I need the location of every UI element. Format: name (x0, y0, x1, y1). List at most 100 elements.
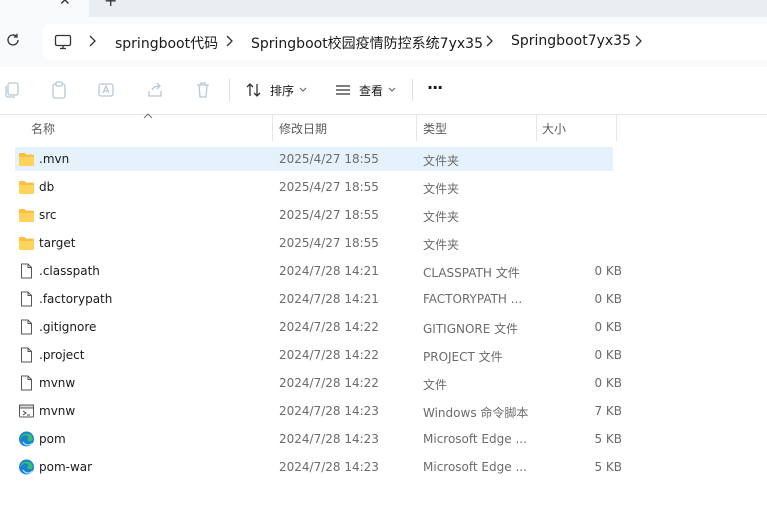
file-name: pom-war (39, 460, 93, 474)
share-icon[interactable] (146, 81, 164, 99)
file-modified-date: 2025/4/27 18:55 (279, 236, 379, 250)
file-type: FACTORYPATH ... (423, 292, 523, 306)
file-row[interactable]: pom 2024/7/28 14:23 Microsoft Edge ... 5 KB (15, 427, 622, 451)
file-row[interactable]: .gitignore 2024/7/28 14:22 GITIGNORE 文件 0 K… (15, 315, 622, 339)
rename-icon[interactable] (97, 81, 115, 99)
view-button[interactable]: 查看 (359, 82, 383, 99)
file-row[interactable]: .project 2024/7/28 14:22 PROJECT 文件 0 KB (15, 343, 622, 367)
file-name: src (39, 208, 57, 222)
edge-icon (18, 459, 35, 475)
delete-icon[interactable] (194, 81, 212, 99)
copy-icon[interactable] (3, 81, 21, 99)
file-row[interactable]: mvnw 2024/7/28 14:22 文件 0 KB (15, 371, 622, 395)
file-icon (18, 319, 35, 335)
column-divider[interactable] (536, 114, 537, 141)
file-modified-date: 2024/7/28 14:22 (279, 376, 379, 390)
refresh-icon[interactable] (5, 32, 21, 48)
breadcrumb-springboot7yx35[interactable]: Springboot7yx35 (511, 33, 631, 49)
file-modified-date: 2024/7/28 14:23 (279, 404, 379, 418)
file-type: Microsoft Edge ... (423, 432, 527, 446)
file-name: db (39, 180, 55, 194)
breadcrumb-springboot-code[interactable]: springboot代码 (115, 33, 218, 53)
file-type: GITIGNORE 文件 (423, 322, 519, 336)
file-size: 7 KB (594, 404, 622, 418)
file-name: mvnw (39, 404, 76, 418)
column-divider[interactable] (416, 114, 417, 141)
column-divider[interactable] (616, 114, 617, 141)
folder-icon (18, 235, 35, 251)
active-tab[interactable] (0, 0, 89, 17)
address-row: springboot代码 Springboot校园疫情防控系统7yx35 Spr… (0, 17, 767, 67)
chevron-right-icon[interactable] (484, 34, 494, 48)
file-row[interactable]: .factorypath 2024/7/28 14:21 FACTORYPATH .… (15, 287, 622, 311)
chevron-down-icon[interactable] (388, 87, 396, 93)
file-size: 0 KB (594, 320, 622, 334)
file-icon (18, 263, 35, 279)
file-name: pom (39, 432, 66, 446)
column-header-size[interactable]: 大小 (542, 120, 566, 137)
file-modified-date: 2025/4/27 18:55 (279, 152, 379, 166)
sort-button[interactable]: 排序 (270, 82, 294, 99)
file-row[interactable]: db 2025/4/27 18:55 文件夹 (15, 175, 613, 199)
file-name: .classpath (39, 264, 100, 278)
column-divider[interactable] (272, 114, 273, 141)
file-name: .gitignore (39, 320, 97, 334)
file-row[interactable]: pom-war 2024/7/28 14:23 Microsoft Edge ...… (15, 455, 622, 479)
file-size: 0 KB (594, 348, 622, 362)
computer-icon[interactable] (54, 34, 72, 50)
file-modified-date: 2025/4/27 18:55 (279, 208, 379, 222)
file-modified-date: 2024/7/28 14:23 (279, 460, 379, 474)
file-modified-date: 2024/7/28 14:21 (279, 264, 379, 278)
folder-icon (18, 151, 35, 167)
paste-icon[interactable] (50, 81, 68, 99)
tab-close-icon[interactable]: ✕ (59, 0, 71, 8)
file-modified-date: 2024/7/28 14:23 (279, 432, 379, 446)
toolbar-divider (229, 79, 230, 101)
folder-icon (18, 179, 35, 195)
file-row[interactable]: mvnw 2024/7/28 14:23 Windows 命令脚本 7 KB (15, 399, 622, 423)
file-type: 文件夹 (423, 210, 460, 224)
file-row[interactable]: target 2025/4/27 18:55 文件夹 (15, 231, 613, 255)
file-type: PROJECT 文件 (423, 350, 503, 364)
breadcrumb-campus-system[interactable]: Springboot校园疫情防控系统7yx35 (251, 33, 483, 53)
chevron-right-icon[interactable] (224, 34, 234, 48)
file-icon (18, 291, 35, 307)
file-type: CLASSPATH 文件 (423, 266, 520, 280)
sort-icon[interactable] (245, 81, 263, 99)
file-type: 文件夹 (423, 154, 460, 168)
file-type: Windows 命令脚本 (423, 406, 529, 420)
file-modified-date: 2024/7/28 14:22 (279, 348, 379, 362)
file-type: Microsoft Edge ... (423, 460, 527, 474)
file-type: 文件夹 (423, 182, 460, 196)
file-name: .project (39, 348, 85, 362)
new-tab-icon[interactable]: + (104, 0, 117, 9)
address-bar[interactable]: springboot代码 Springboot校园疫情防控系统7yx35 Spr… (43, 24, 767, 60)
file-row[interactable]: .classpath 2024/7/28 14:21 CLASSPATH 文件 0 K… (15, 259, 622, 283)
file-size: 0 KB (594, 376, 622, 390)
column-header-name[interactable]: 名称 (31, 120, 55, 137)
sort-ascending-icon (143, 113, 153, 119)
file-size: 0 KB (594, 292, 622, 306)
column-headers: 名称 修改日期 类型 大小 (0, 113, 767, 141)
edge-icon (18, 431, 35, 447)
file-modified-date: 2024/7/28 14:22 (279, 320, 379, 334)
file-type: 文件夹 (423, 238, 460, 252)
file-name: mvnw (39, 376, 76, 390)
column-header-date[interactable]: 修改日期 (279, 120, 327, 137)
chevron-right-icon[interactable] (633, 34, 643, 48)
view-icon[interactable] (334, 81, 352, 99)
column-header-type[interactable]: 类型 (423, 120, 447, 137)
file-name: .mvn (39, 152, 70, 166)
chevron-right-icon[interactable] (87, 34, 97, 48)
file-modified-date: 2024/7/28 14:21 (279, 292, 379, 306)
file-type: 文件 (423, 378, 448, 392)
chevron-down-icon[interactable] (299, 87, 307, 93)
file-icon (18, 375, 35, 391)
command-bar: 排序 查看 ··· (0, 67, 767, 115)
file-row[interactable]: src 2025/4/27 18:55 文件夹 (15, 203, 613, 227)
more-options-button[interactable]: ··· (427, 78, 443, 97)
file-modified-date: 2025/4/27 18:55 (279, 180, 379, 194)
folder-icon (18, 207, 35, 223)
toolbar-divider (412, 79, 413, 101)
file-row[interactable]: .mvn 2025/4/27 18:55 文件夹 (15, 147, 613, 171)
